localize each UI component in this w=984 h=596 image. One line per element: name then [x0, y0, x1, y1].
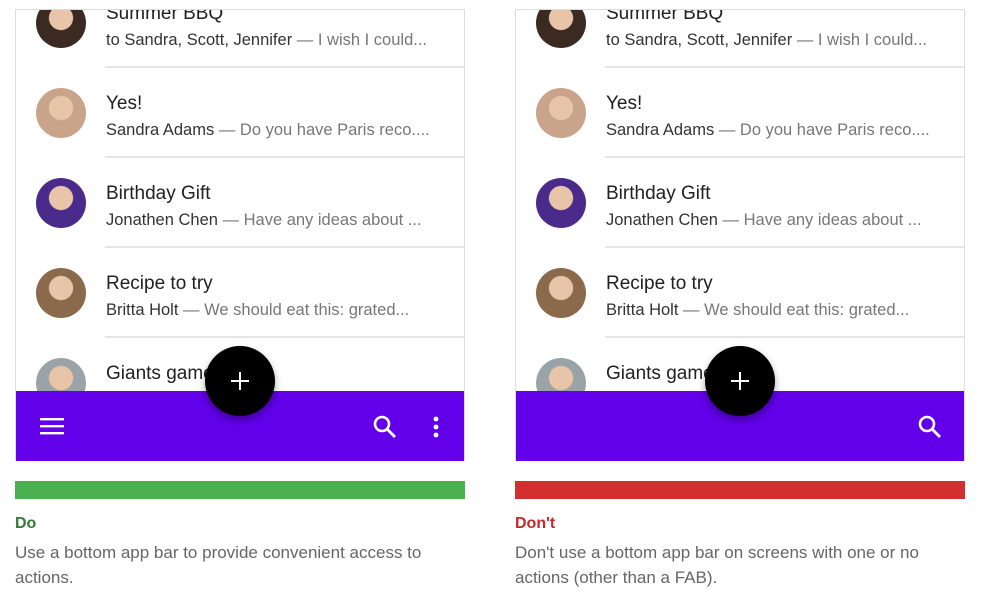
email-sender: Sandra Adams: [106, 121, 215, 139]
email-subject: Giants game: [106, 363, 214, 384]
email-subject: Yes!: [606, 93, 643, 114]
email-snippet: Sandra Adams — Do you have Paris reco...…: [606, 121, 956, 140]
email-subject: Giants game: [606, 363, 714, 384]
email-sender: Jonathen Chen: [106, 211, 218, 229]
email-list-item[interactable]: Summer BBQ to Sandra, Scott, Jennifer — …: [516, 9, 964, 68]
email-sender: to Sandra, Scott, Jennifer: [106, 31, 293, 49]
email-sender: Britta Holt: [606, 301, 679, 319]
email-list-item[interactable]: Yes! Sandra Adams — Do you have Paris re…: [16, 68, 464, 158]
menu-icon[interactable]: [40, 416, 64, 436]
avatar: [536, 10, 586, 48]
email-list-item[interactable]: Birthday Gift Jonathen Chen — Have any i…: [16, 158, 464, 248]
avatar: [536, 178, 586, 228]
email-list-item[interactable]: Birthday Gift Jonathen Chen — Have any i…: [516, 158, 964, 248]
email-snippet: Sandra Adams — Do you have Paris reco...…: [106, 121, 456, 140]
email-sender: Jonathen Chen: [606, 211, 718, 229]
email-snippet: Britta Holt — We should eat this: grated…: [606, 301, 956, 320]
dont-label: Don't: [515, 515, 556, 532]
email-preview: — I wish I could...: [792, 31, 927, 49]
email-subject: Summer BBQ: [606, 9, 724, 24]
dont-description: Don't use a bottom app bar on screens wi…: [515, 543, 919, 587]
search-icon[interactable]: [917, 414, 943, 440]
avatar: [36, 10, 86, 48]
email-snippet: to Sandra, Scott, Jennifer — I wish I co…: [106, 31, 456, 50]
avatar: [536, 268, 586, 318]
email-subject: Yes!: [106, 93, 143, 114]
fab-add-button[interactable]: [705, 346, 775, 416]
email-preview: — We should eat this: grated...: [178, 301, 410, 319]
fab-add-button[interactable]: [205, 346, 275, 416]
email-sender: Britta Holt: [106, 301, 179, 319]
do-label: Do: [15, 515, 37, 532]
email-list-item[interactable]: Recipe to try Britta Holt — We should ea…: [516, 248, 964, 338]
email-preview: — We should eat this: grated...: [678, 301, 910, 319]
do-description: Use a bottom app bar to provide convenie…: [15, 543, 422, 587]
more-vert-icon[interactable]: [432, 415, 440, 439]
email-subject: Recipe to try: [106, 273, 213, 294]
email-preview: — Have any ideas about ...: [717, 211, 922, 229]
avatar: [36, 178, 86, 228]
email-preview: — Do you have Paris reco....: [714, 121, 930, 139]
email-preview: — Have any ideas about ...: [217, 211, 422, 229]
email-snippet: to Sandra, Scott, Jennifer — I wish I co…: [606, 31, 956, 50]
email-subject: Recipe to try: [606, 273, 713, 294]
email-sender: Sandra Adams: [606, 121, 715, 139]
email-snippet: Britta Holt — We should eat this: grated…: [106, 301, 456, 320]
email-snippet: Jonathen Chen — Have any ideas about ...: [106, 211, 456, 230]
email-preview: — Do you have Paris reco....: [214, 121, 430, 139]
email-preview: — I wish I could...: [292, 31, 427, 49]
dont-indicator-bar: [515, 481, 965, 499]
email-list-item[interactable]: Summer BBQ to Sandra, Scott, Jennifer — …: [16, 9, 464, 68]
avatar: [36, 268, 86, 318]
email-sender: to Sandra, Scott, Jennifer: [606, 31, 793, 49]
email-subject: Birthday Gift: [106, 183, 211, 204]
search-icon[interactable]: [372, 414, 398, 440]
email-snippet: Jonathen Chen — Have any ideas about ...: [606, 211, 956, 230]
do-indicator-bar: [15, 481, 465, 499]
email-subject: Summer BBQ: [106, 9, 224, 24]
email-subject: Birthday Gift: [606, 183, 711, 204]
email-list-item[interactable]: Recipe to try Britta Holt — We should ea…: [16, 248, 464, 338]
avatar: [536, 88, 586, 138]
avatar: [36, 88, 86, 138]
email-list-item[interactable]: Yes! Sandra Adams — Do you have Paris re…: [516, 68, 964, 158]
